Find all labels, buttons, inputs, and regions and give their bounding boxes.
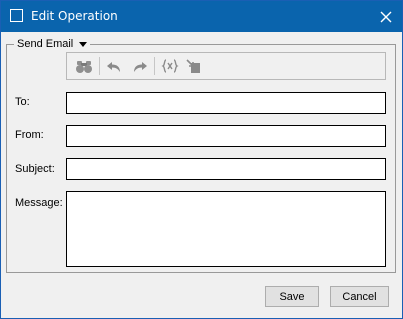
- redo-button[interactable]: [128, 55, 150, 77]
- undo-icon: [107, 62, 120, 72]
- find-button[interactable]: [73, 55, 95, 77]
- send-email-group-header[interactable]: Send Email: [14, 38, 91, 50]
- toolbar-separator: [154, 57, 155, 75]
- subject-label: Subject:: [15, 163, 55, 175]
- to-field[interactable]: [66, 92, 386, 114]
- redo-icon: [134, 62, 147, 72]
- subject-field[interactable]: [66, 158, 386, 180]
- insert-field-icon: [186, 59, 200, 73]
- chevron-down-icon: [79, 42, 88, 47]
- to-label: To:: [15, 96, 30, 108]
- variables-button[interactable]: [159, 55, 181, 77]
- cancel-button[interactable]: Cancel: [330, 286, 389, 307]
- window-title: Edit Operation: [31, 9, 118, 23]
- binoculars-icon: [76, 61, 92, 73]
- undo-button[interactable]: [104, 55, 126, 77]
- from-label: From:: [15, 129, 44, 141]
- toolbar-separator: [99, 57, 100, 75]
- close-icon: [380, 11, 392, 22]
- message-label: Message:: [15, 197, 63, 209]
- window-icon: [10, 9, 23, 22]
- variables-icon: [161, 59, 179, 73]
- message-toolbar: [66, 52, 386, 80]
- insert-field-button[interactable]: [183, 55, 205, 77]
- group-label: Send Email: [17, 38, 74, 50]
- message-field[interactable]: [66, 191, 386, 267]
- close-button[interactable]: [370, 1, 402, 32]
- save-button[interactable]: Save: [265, 286, 319, 307]
- from-field[interactable]: [66, 125, 386, 147]
- title-bar: Edit Operation: [1, 1, 402, 32]
